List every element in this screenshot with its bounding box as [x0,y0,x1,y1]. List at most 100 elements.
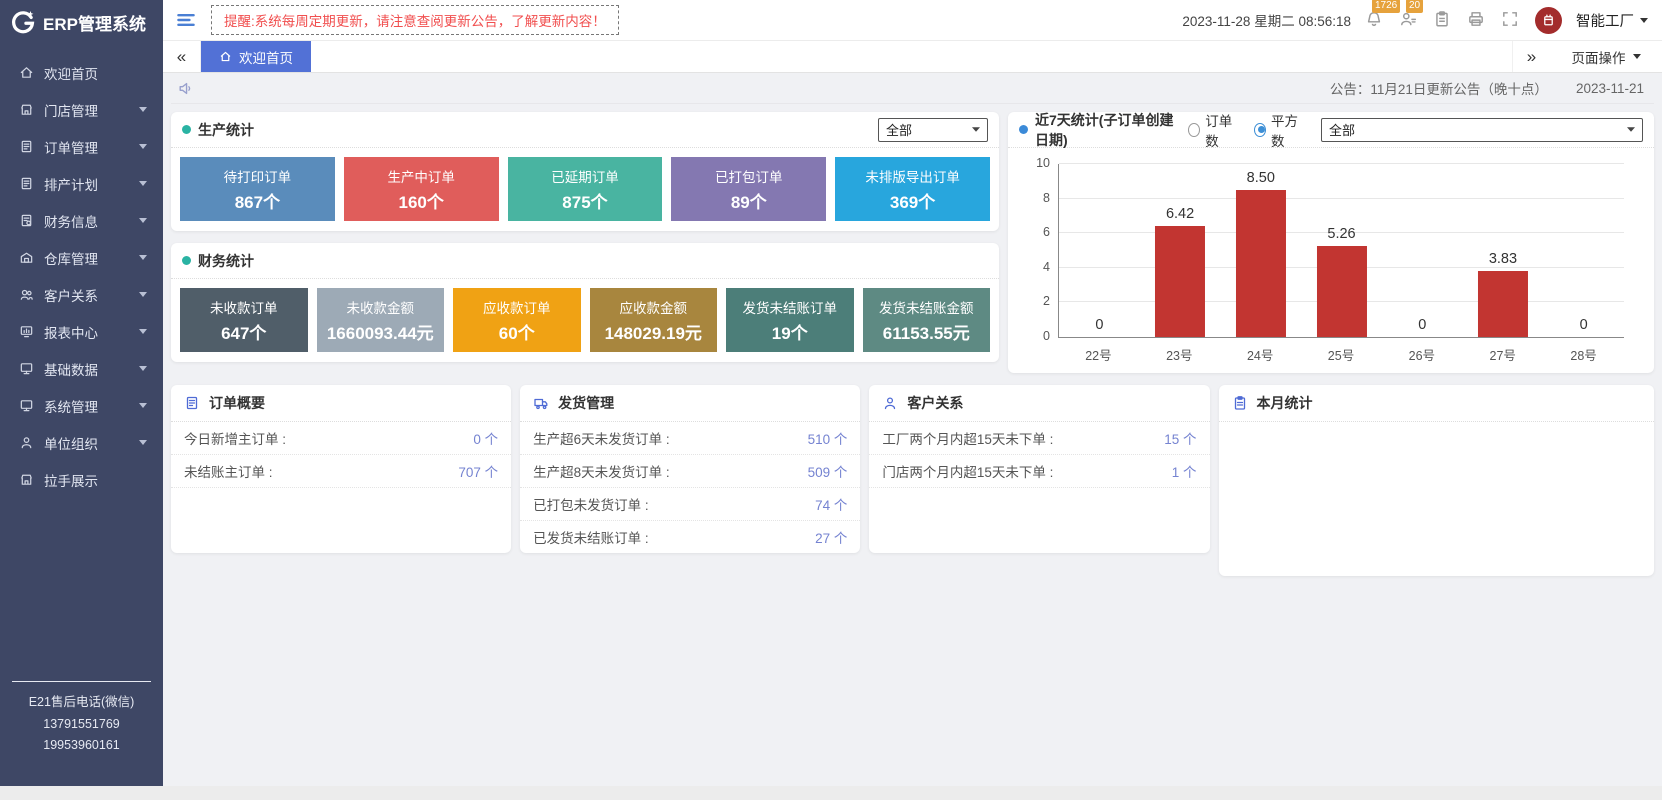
tab-welcome-home[interactable]: 欢迎首页 [201,41,311,72]
report-icon [19,324,34,339]
chart-bar-column-23号[interactable]: 6.42 [1140,164,1221,337]
finance-card-应收款金额[interactable]: 应收款金额148029.19元 [590,288,718,352]
stat-card-value: 148029.19元 [605,319,702,344]
finance-icon [19,213,34,228]
chevron-down-icon [1640,18,1648,23]
chart-bars: 06.428.505.2603.830 [1059,164,1624,337]
summary-row-value[interactable]: 510 个 [808,428,848,448]
person-icon [882,395,898,411]
chart-bar[interactable] [1478,271,1528,337]
production-filter-select[interactable]: 全部 [878,118,988,142]
tabs-scroll-left-button[interactable]: « [163,41,201,72]
clipboard-icon[interactable] [1433,10,1453,30]
chart-bar[interactable] [1236,190,1286,337]
sidebar-item-报表中心[interactable]: 报表中心 [0,313,163,350]
tab-label: 欢迎首页 [239,47,293,67]
clipboard-icon [1232,395,1248,411]
contacts-icon[interactable]: 20 [1399,10,1419,30]
bell-icon[interactable]: 1726 [1365,10,1385,30]
sidebar-item-单位组织[interactable]: 单位组织 [0,424,163,461]
chart-bar[interactable] [1155,226,1205,337]
finance-card-未收款金额[interactable]: 未收款金额1660093.44元 [317,288,445,352]
user-menu[interactable]: 智能工厂 [1576,10,1648,31]
summary-row-value[interactable]: 0 个 [473,428,498,448]
chart-bar-column-25号[interactable]: 5.26 [1301,164,1382,337]
menu-collapse-icon[interactable] [175,9,197,31]
chart-x-tick-label: 27号 [1462,345,1543,364]
page-operations-label: 页面操作 [1572,47,1626,67]
finance-icon [19,213,34,228]
announcement-date: 2023-11-21 [1576,81,1644,96]
doc-icon [19,139,34,154]
speaker-icon[interactable] [177,80,194,97]
sidebar-item-订单管理[interactable]: 订单管理 [0,128,163,165]
summary-row-label: 已发货未结账订单 : [533,527,649,547]
chart-x-tick-label: 23号 [1139,345,1220,364]
chevron-down-icon [139,329,147,334]
horizontal-scrollbar[interactable] [0,786,1662,800]
announcement-bar: 公告：11月21日更新公告（晚十点） 2023-11-21 [171,73,1654,104]
chart-plot-area: 024681006.428.505.2603.830 [1058,164,1624,338]
chart-y-tick-label: 2 [1043,294,1050,308]
production-card-待打印订单[interactable]: 待打印订单867个 [180,157,335,221]
user-name: 智能工厂 [1576,10,1634,31]
chart-bar[interactable] [1317,246,1367,337]
erp-dashboard: ERP管理系统 欢迎首页门店管理订单管理排产计划财务信息仓库管理客户关系报表中心… [0,0,1662,800]
summary-row-value[interactable]: 74 个 [815,494,847,514]
summary-row-value[interactable]: 707 个 [458,461,498,481]
chevron-down-icon [139,181,147,186]
chart-bar-column-26号[interactable]: 0 [1382,164,1463,337]
announcement-text[interactable]: 公告：11月21日更新公告（晚十点） [1330,78,1548,98]
stat-card-value: 647个 [221,319,266,344]
home-icon [19,65,34,80]
sidebar-item-排产计划[interactable]: 排产计划 [0,165,163,202]
chart-bar-column-27号[interactable]: 3.83 [1463,164,1544,337]
chevron-down-icon [972,127,980,132]
finance-card-未收款订单[interactable]: 未收款订单647个 [180,288,308,352]
stat-card-value: 19个 [772,319,808,344]
summary-row-value[interactable]: 27 个 [815,527,847,547]
chart-bar-column-28号[interactable]: 0 [1543,164,1624,337]
contact-line: 13791551769 [12,714,151,735]
production-card-生产中订单[interactable]: 生产中订单160个 [344,157,499,221]
person-icon [19,435,34,450]
chart-filter-select[interactable]: 全部 [1321,118,1643,142]
sidebar-item-欢迎首页[interactable]: 欢迎首页 [0,54,163,91]
production-card-已打包订单[interactable]: 已打包订单89个 [671,157,826,221]
chart-bar-value-label: 6.42 [1140,206,1221,222]
stat-card-label: 待打印订单 [224,166,292,186]
summary-row-value[interactable]: 1 个 [1172,461,1197,481]
chevron-down-icon [1633,54,1641,59]
finance-card-发货未结账订单[interactable]: 发货未结账订单19个 [726,288,854,352]
printer-icon[interactable] [1467,10,1487,30]
production-card-已延期订单[interactable]: 已延期订单875个 [508,157,663,221]
sidebar-item-门店管理[interactable]: 门店管理 [0,91,163,128]
sidebar-item-label: 单位组织 [44,433,129,453]
tabs-scroll-right-button[interactable]: » [1512,41,1550,72]
radio-平方数[interactable]: 平方数 [1254,110,1304,150]
doc-icon [19,176,34,191]
sidebar-item-系统管理[interactable]: 系统管理 [0,387,163,424]
summary-row-label: 生产超8天未发货订单 : [533,461,670,481]
summary-panel-本月统计: 本月统计 [1219,385,1654,576]
chart-bar-column-22号[interactable]: 0 [1059,164,1140,337]
user-avatar[interactable] [1535,7,1562,34]
sidebar-item-拉手展示[interactable]: 拉手展示 [0,461,163,498]
sidebar-item-label: 欢迎首页 [44,63,147,83]
sidebar-item-label: 财务信息 [44,211,129,231]
finance-card-发货未结账金额[interactable]: 发货未结账金额61153.55元 [863,288,991,352]
sidebar-item-仓库管理[interactable]: 仓库管理 [0,239,163,276]
production-card-未排版导出订单[interactable]: 未排版导出订单369个 [835,157,990,221]
finance-card-应收款订单[interactable]: 应收款订单60个 [453,288,581,352]
production-stats-header: 生产统计 全部 [171,112,999,148]
fullscreen-icon[interactable] [1501,10,1521,30]
sidebar-item-基础数据[interactable]: 基础数据 [0,350,163,387]
radio-订单数[interactable]: 订单数 [1188,110,1238,150]
summary-row-value[interactable]: 15 个 [1164,428,1196,448]
sidebar-item-财务信息[interactable]: 财务信息 [0,202,163,239]
sidebar-item-客户关系[interactable]: 客户关系 [0,276,163,313]
summary-row-value[interactable]: 509 个 [808,461,848,481]
chart-bar-column-24号[interactable]: 8.50 [1220,164,1301,337]
page-operations-dropdown[interactable]: 页面操作 [1550,41,1662,72]
section-dot [182,256,191,265]
